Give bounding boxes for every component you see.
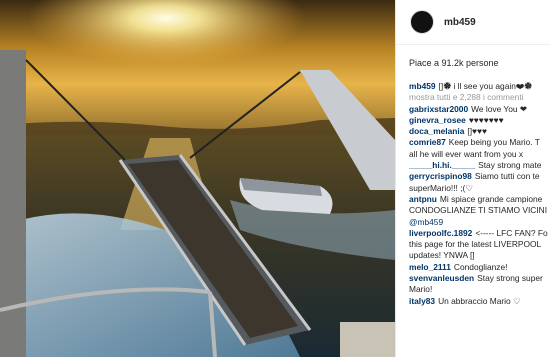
caption-username[interactable]: mb459 [409,81,436,91]
comment-item: italy83 Un abbraccio Mario ♡ [396,296,550,307]
comment-text-continued: Mario! [409,284,433,295]
comment-username[interactable]: gabrixstar2000 [409,104,468,114]
comment-text-continued: this page for the latest LIVERPOOL [409,239,542,250]
comment-item: svenvanleusden Stay strong super [396,273,550,284]
likes-count[interactable]: Piace a 91.2k persone [409,58,550,68]
comment-text: We love You ❤ [471,103,527,114]
post-header: mb459 [396,0,550,45]
comment-item: doca_melania []♥♥♥ [396,126,550,137]
comment-item: _____hi.hi._____ Stay strong mate [396,160,550,171]
comment-text: Siamo tutti con te [474,171,540,182]
post-sidebar: mb459 Piace a 91.2k persone mb459 []🏶 i l… [395,0,550,357]
sunset-boat-photo [0,0,395,357]
comment-text: Mi spiace grande campione [439,193,543,204]
comment-username[interactable]: comrie87 [409,137,446,147]
comment-text-continued: updates! YNWA [] [409,250,475,261]
comment-item: liverpoolfc.1892 <----- LFC FAN? Fo [396,228,550,239]
comment-username[interactable]: doca_melania [409,126,464,136]
comment-text: Keep being you Mario. T [448,137,540,148]
comment-text: []♥♥♥ [467,126,487,137]
comment-username[interactable]: antpnu [409,194,437,204]
comment-username[interactable]: gerrycrispino98 [409,171,472,181]
comment-text: Un abbraccio Mario ♡ [438,295,521,306]
comment-item: melo_2111 Condoglianze! [396,262,550,273]
comment-text: Condoglianze! [453,261,508,272]
caption: mb459 []🏶 i ll see you again❤🏶 [396,81,550,92]
comment-text: ♥♥♥♥♥♥♥ [468,114,504,125]
comment-item: gerrycrispino98 Siamo tutti con te [396,171,550,182]
comment-text-continued: CONDOGLIANZE TI STIAMO VICINI [409,205,548,216]
caption-text: []🏶 i ll see you again❤🏶 [438,81,533,91]
comment-item: ginevra_rosee ♥♥♥♥♥♥♥ [396,115,550,126]
comment-text: <----- LFC FAN? Fo [475,227,548,238]
comment-username[interactable]: italy83 [409,296,435,306]
comment-text: Stay strong super [477,273,543,284]
comment-text: Stay strong mate [478,160,542,171]
comment-item: gabrixstar2000 We love You ❤ [396,104,550,115]
avatar[interactable] [410,10,434,34]
comment-username[interactable]: _____hi.hi._____ [409,160,475,170]
comments-list: mb459 []🏶 i ll see you again❤🏶 mostra tut… [396,81,550,307]
comment-username[interactable]: melo_2111 [409,262,451,272]
comment-item: comrie87 Keep being you Mario. T [396,137,550,148]
show-all-comments-link[interactable]: mostra tutti e 2,288 i commenti [396,92,550,103]
comment-text-continued: all he will ever want from you x [409,148,524,159]
comment-username[interactable]: ginevra_rosee [409,115,466,125]
comment-mention-line: @mb459 [396,217,550,228]
comment-text-continued: superMario!!! ;(♡ [409,182,473,193]
comment-mention[interactable]: @mb459 [409,217,443,227]
comment-username[interactable]: svenvanleusden [409,273,474,283]
post-photo[interactable] [0,0,395,357]
header-username[interactable]: mb459 [444,17,476,28]
comment-item: antpnu Mi spiace grande campione [396,194,550,205]
comment-username[interactable]: liverpoolfc.1892 [409,228,472,238]
